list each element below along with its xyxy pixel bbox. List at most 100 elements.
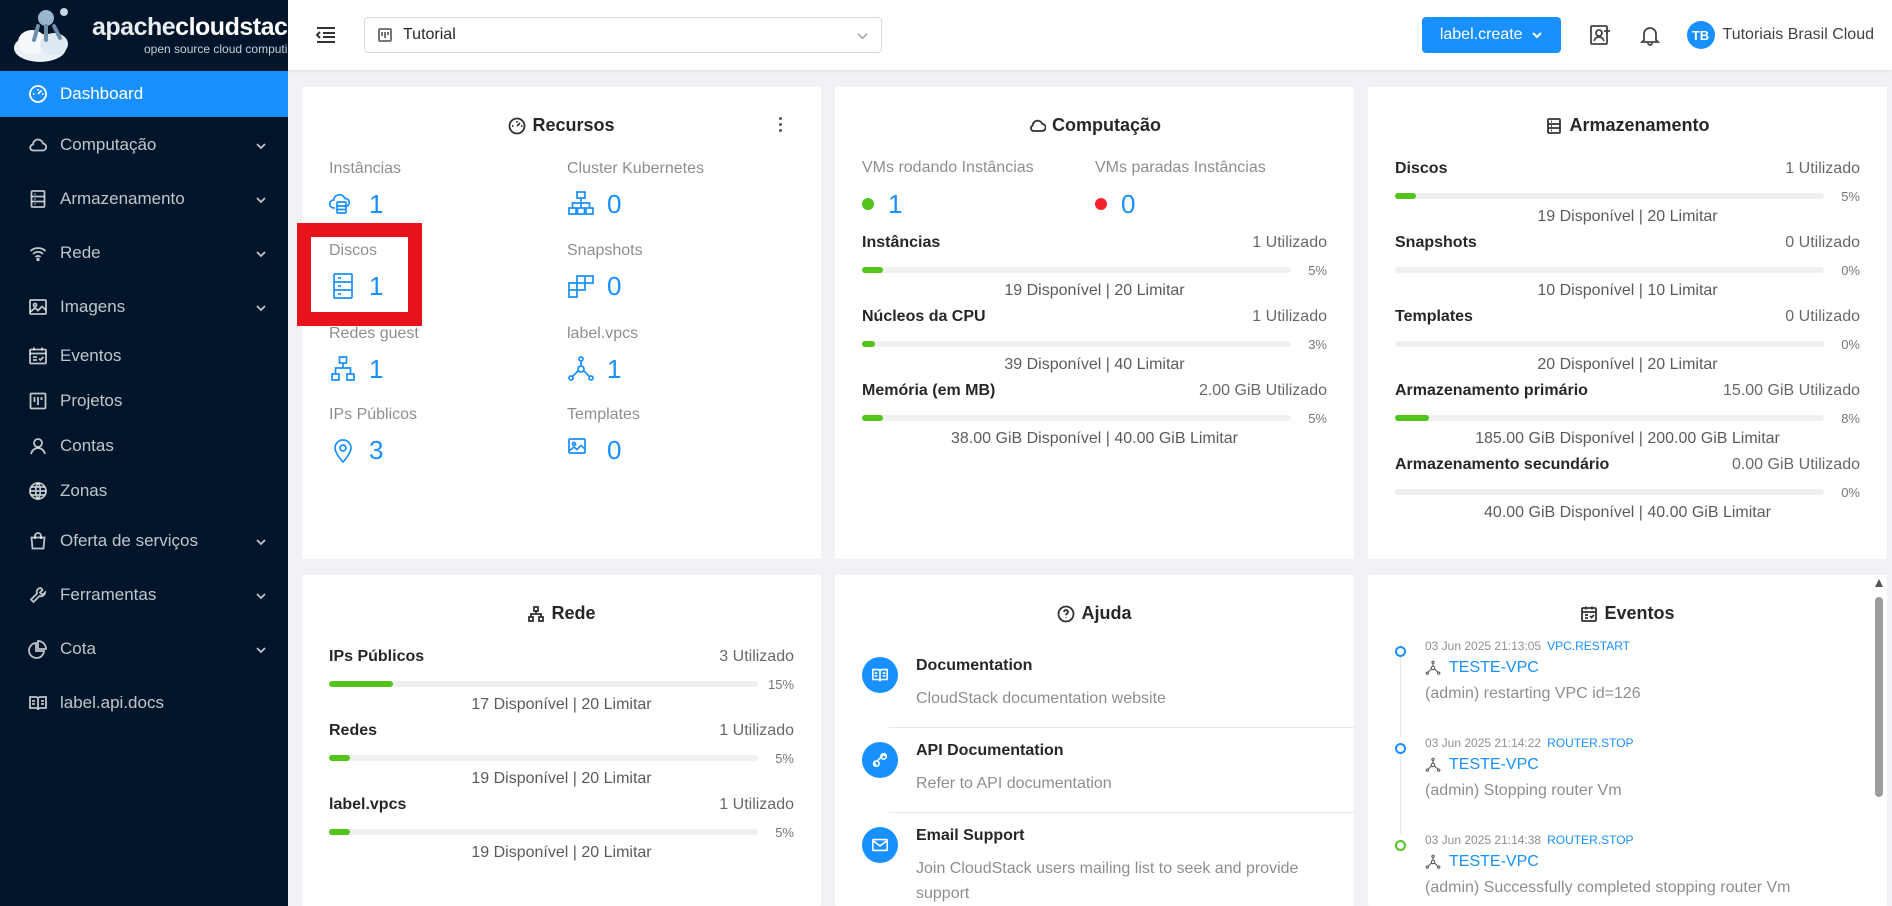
cloud-icon: [28, 135, 48, 155]
event-resource-link[interactable]: TESTE-VPC: [1449, 756, 1539, 774]
project-selector[interactable]: Tutorial: [364, 17, 882, 53]
help-item[interactable]: Documentation CloudStack documentation we…: [862, 657, 1327, 712]
environment-icon: [334, 439, 352, 464]
usage-row: IPs Públicos 3 Utilizado 15% 17 Disponível …: [329, 648, 794, 714]
event-type[interactable]: ROUTER.STOP: [1547, 833, 1633, 847]
usage-used: 0 Utilizado: [1785, 234, 1860, 251]
read-icon: [28, 693, 48, 713]
picture-icon: [568, 438, 586, 454]
menu-fold-icon[interactable]: [314, 23, 338, 47]
resource-tile[interactable]: Instâncias 1: [329, 160, 401, 218]
project-selected-value: Tutorial: [403, 26, 456, 43]
sidebar-item-rede[interactable]: Rede: [0, 225, 288, 281]
usage-progress-bar: 0%: [1395, 337, 1860, 352]
global-icon: [28, 481, 48, 501]
user-name: Tutoriais Brasil Cloud: [1722, 26, 1874, 43]
running-vms-label: VMs rodando Instâncias: [862, 159, 1034, 176]
usage-progress-bar: 8%: [1395, 411, 1860, 426]
help-item[interactable]: API Documentation Refer to API documentat…: [862, 742, 1327, 797]
timeline-dot: [1395, 840, 1406, 851]
help-desc: Refer to API documentation: [916, 775, 1112, 792]
usage-percent: 5%: [1308, 262, 1327, 278]
usage-footer: 39 Disponível | 40 Limitar: [1004, 356, 1185, 373]
usage-percent: 5%: [1308, 410, 1327, 426]
picture-icon: [28, 297, 48, 317]
sidebar-item-projetos[interactable]: Projetos: [0, 379, 288, 423]
shopping-icon: [28, 531, 48, 551]
event-type[interactable]: VPC.RESTART: [1547, 639, 1630, 653]
event-description: (admin) Successfully completed stopping …: [1425, 879, 1791, 896]
sidebar-item-eventos[interactable]: Eventos: [0, 333, 288, 379]
usage-row: Templates 0 Utilizado 0% 20 Disponível | 20…: [1395, 308, 1860, 374]
sidebar-menu: Dashboard Computação Armazenamento Rede Imag…: [0, 71, 288, 729]
schedule-icon: [1581, 606, 1598, 622]
resource-tile[interactable]: label.vpcs 1: [567, 325, 638, 383]
running-vms-value: 1: [888, 189, 903, 219]
resource-tile[interactable]: IPs Públicos 3: [329, 406, 417, 464]
schedule-icon: [28, 346, 48, 366]
usage-label: Memória (em MB): [862, 382, 996, 399]
dashboard-icon: [28, 84, 48, 104]
usage-label: Instâncias: [862, 234, 941, 251]
rede-card: Rede IPs Públicos 3 Utilizado 15% 17 Dispon…: [302, 575, 821, 906]
sidebar-item-contas[interactable]: Contas: [0, 423, 288, 469]
event-resource-link[interactable]: TESTE-VPC: [1449, 659, 1539, 677]
resource-tile[interactable]: Cluster Kubernetes 0: [567, 160, 704, 218]
chevron-down-icon: [254, 138, 268, 152]
card-title: Recursos: [302, 115, 821, 136]
sidebar-item-label: Projetos: [60, 391, 123, 410]
more-options-icon[interactable]: [779, 117, 783, 133]
sidebar-item-label: Oferta de serviços: [60, 531, 198, 550]
sidebar-item-label-api-docs[interactable]: label.api.docs: [0, 677, 288, 729]
sidebar-item-ferramentas[interactable]: Ferramentas: [0, 569, 288, 621]
question-circle-icon: [1058, 605, 1075, 622]
resource-tile[interactable]: Snapshots 0: [567, 242, 643, 300]
scrollbar[interactable]: [1875, 579, 1883, 809]
help-title: Documentation: [916, 657, 1033, 674]
usage-used: 0 Utilizado: [1785, 308, 1860, 325]
deployment-unit-icon: [568, 356, 594, 381]
resource-label: IPs Públicos: [329, 406, 418, 423]
resource-count: 1: [369, 189, 384, 219]
event-description: (admin) restarting VPC id=126: [1425, 685, 1641, 702]
brand-subtitle: open source cloud computing: [144, 42, 301, 56]
usage-progress-bar: 5%: [862, 263, 1327, 278]
resource-tile[interactable]: Redes guest 1: [329, 325, 419, 383]
mail-icon: [862, 827, 898, 863]
user-add-icon[interactable]: [1589, 24, 1611, 46]
timeline-line: [1400, 657, 1401, 737]
sidebar-item-cota[interactable]: Cota: [0, 621, 288, 677]
sidebar-item-armazenamento[interactable]: Armazenamento: [0, 173, 288, 225]
running-vms-stat[interactable]: VMs rodando Instâncias 1: [862, 159, 1034, 217]
usage-footer: 185.00 GiB Disponível | 200.00 GiB Limit…: [1475, 430, 1780, 447]
event-item: 03 Jun 2025 21:14:38 ROUTER.STOP TESTE-VPC…: [1395, 833, 1857, 897]
usage-progress-bar: 5%: [329, 825, 794, 840]
event-type[interactable]: ROUTER.STOP: [1547, 736, 1633, 750]
api-icon: [862, 742, 898, 778]
usage-footer: 38.00 GiB Disponível | 40.00 GiB Limitar: [951, 430, 1238, 447]
sidebar-item-computação[interactable]: Computação: [0, 117, 288, 173]
usage-used: 1 Utilizado: [1252, 308, 1327, 325]
event-resource-link[interactable]: TESTE-VPC: [1449, 853, 1539, 871]
divider: [889, 727, 1354, 728]
sidebar-item-dashboard[interactable]: Dashboard: [0, 71, 288, 117]
logo[interactable]: apachecloudstack open source cloud compu…: [0, 0, 301, 70]
resource-label: Instâncias: [329, 160, 402, 177]
user-menu[interactable]: TB Tutoriais Brasil Cloud: [1686, 21, 1874, 49]
sidebar-item-imagens[interactable]: Imagens: [0, 281, 288, 333]
resource-tile[interactable]: Templates 0: [567, 406, 640, 464]
usage-used: 15.00 GiB Utilizado: [1723, 382, 1860, 399]
stopped-vms-stat[interactable]: VMs paradas Instâncias 0: [1095, 159, 1266, 217]
usage-row: Instâncias 1 Utilizado 5% 19 Disponível | 2…: [862, 234, 1327, 300]
help-item[interactable]: Email Support Join CloudStack users maili…: [862, 827, 1327, 906]
create-button[interactable]: label.create: [1421, 17, 1561, 53]
usage-label: label.vpcs: [329, 796, 407, 813]
bell-icon[interactable]: [1639, 24, 1661, 46]
sidebar-item-oferta-de-serviços[interactable]: Oferta de serviços: [0, 513, 288, 569]
sidebar-item-zonas[interactable]: Zonas: [0, 469, 288, 513]
chevron-down-icon: [856, 29, 869, 42]
usage-footer: 19 Disponível | 20 Limitar: [471, 770, 652, 787]
usage-progress-bar: 0%: [1395, 485, 1860, 500]
usage-used: 1 Utilizado: [719, 796, 794, 813]
sidebar-item-label: Imagens: [60, 297, 126, 316]
